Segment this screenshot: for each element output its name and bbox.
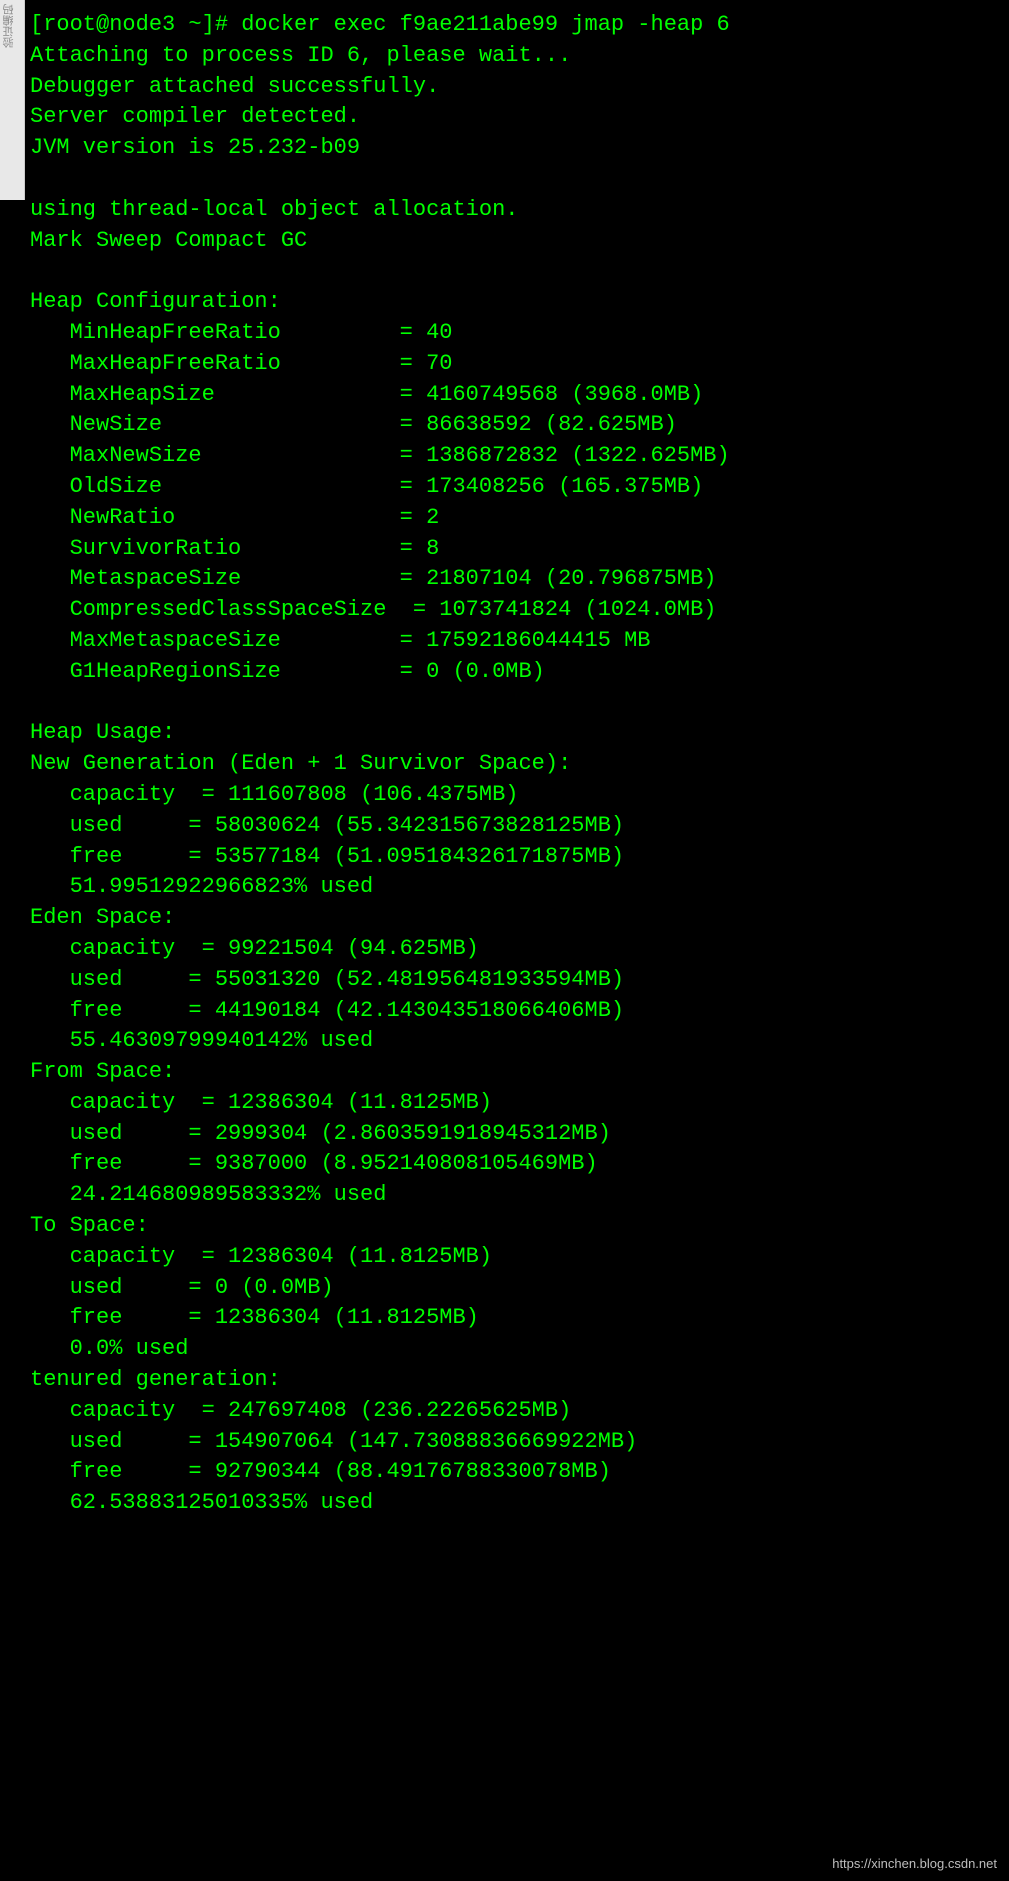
config-row: MaxHeapFreeRatio = 70 [30, 349, 1001, 380]
config-row: SurvivorRatio = 8 [30, 534, 1001, 565]
output-line [30, 256, 1001, 287]
usage-row: capacity = 99221504 (94.625MB) [30, 934, 1001, 965]
usage-row: free = 12386304 (11.8125MB) [30, 1303, 1001, 1334]
output-line: Server compiler detected. [30, 102, 1001, 133]
command-text: docker exec f9ae211abe99 jmap -heap 6 [241, 12, 729, 37]
side-badge: 验证编码 [0, 0, 25, 200]
config-row: G1HeapRegionSize = 0 (0.0MB) [30, 657, 1001, 688]
heap-config-header: Heap Configuration: [30, 287, 1001, 318]
usage-section-title: From Space: [30, 1057, 1001, 1088]
output-line: using thread-local object allocation. [30, 195, 1001, 226]
config-row: MetaspaceSize = 21807104 (20.796875MB) [30, 564, 1001, 595]
usage-row: used = 58030624 (55.342315673828125MB) [30, 811, 1001, 842]
config-row: CompressedClassSpaceSize = 1073741824 (1… [30, 595, 1001, 626]
watermark-text: https://xinchen.blog.csdn.net [832, 1855, 997, 1873]
config-row: OldSize = 173408256 (165.375MB) [30, 472, 1001, 503]
usage-row: used = 154907064 (147.73088836669922MB) [30, 1427, 1001, 1458]
config-row: MaxMetaspaceSize = 17592186044415 MB [30, 626, 1001, 657]
shell-prompt: [root@node3 ~]# [30, 12, 241, 37]
prompt-line: [root@node3 ~]# docker exec f9ae211abe99… [30, 10, 1001, 41]
usage-percent: 24.214680989583332% used [30, 1180, 1001, 1211]
output-line [30, 164, 1001, 195]
config-row: MinHeapFreeRatio = 40 [30, 318, 1001, 349]
usage-row: capacity = 12386304 (11.8125MB) [30, 1088, 1001, 1119]
usage-row: capacity = 12386304 (11.8125MB) [30, 1242, 1001, 1273]
usage-row: used = 2999304 (2.8603591918945312MB) [30, 1119, 1001, 1150]
usage-percent: 51.99512922966823% used [30, 872, 1001, 903]
terminal-output[interactable]: [root@node3 ~]# docker exec f9ae211abe99… [0, 0, 1009, 1529]
usage-row: free = 53577184 (51.095184326171875MB) [30, 842, 1001, 873]
usage-section-title: New Generation (Eden + 1 Survivor Space)… [30, 749, 1001, 780]
usage-row: free = 92790344 (88.49176788330078MB) [30, 1457, 1001, 1488]
output-line: Attaching to process ID 6, please wait..… [30, 41, 1001, 72]
usage-row: used = 0 (0.0MB) [30, 1273, 1001, 1304]
usage-row: used = 55031320 (52.481956481933594MB) [30, 965, 1001, 996]
usage-section-title: To Space: [30, 1211, 1001, 1242]
heap-usage-header: Heap Usage: [30, 718, 1001, 749]
usage-percent: 0.0% used [30, 1334, 1001, 1365]
usage-row: free = 44190184 (42.143043518066406MB) [30, 996, 1001, 1027]
config-row: NewSize = 86638592 (82.625MB) [30, 410, 1001, 441]
side-badge-text: 验证编码 [0, 0, 19, 52]
usage-percent: 62.53883125010335% used [30, 1488, 1001, 1519]
config-row: MaxNewSize = 1386872832 (1322.625MB) [30, 441, 1001, 472]
output-line: Mark Sweep Compact GC [30, 226, 1001, 257]
usage-row: capacity = 247697408 (236.22265625MB) [30, 1396, 1001, 1427]
config-row: MaxHeapSize = 4160749568 (3968.0MB) [30, 380, 1001, 411]
usage-section-title: Eden Space: [30, 903, 1001, 934]
blank-line [30, 688, 1001, 719]
usage-row: capacity = 111607808 (106.4375MB) [30, 780, 1001, 811]
output-line: JVM version is 25.232-b09 [30, 133, 1001, 164]
usage-section-title: tenured generation: [30, 1365, 1001, 1396]
output-line: Debugger attached successfully. [30, 72, 1001, 103]
config-row: NewRatio = 2 [30, 503, 1001, 534]
usage-row: free = 9387000 (8.952140808105469MB) [30, 1149, 1001, 1180]
usage-percent: 55.46309799940142% used [30, 1026, 1001, 1057]
